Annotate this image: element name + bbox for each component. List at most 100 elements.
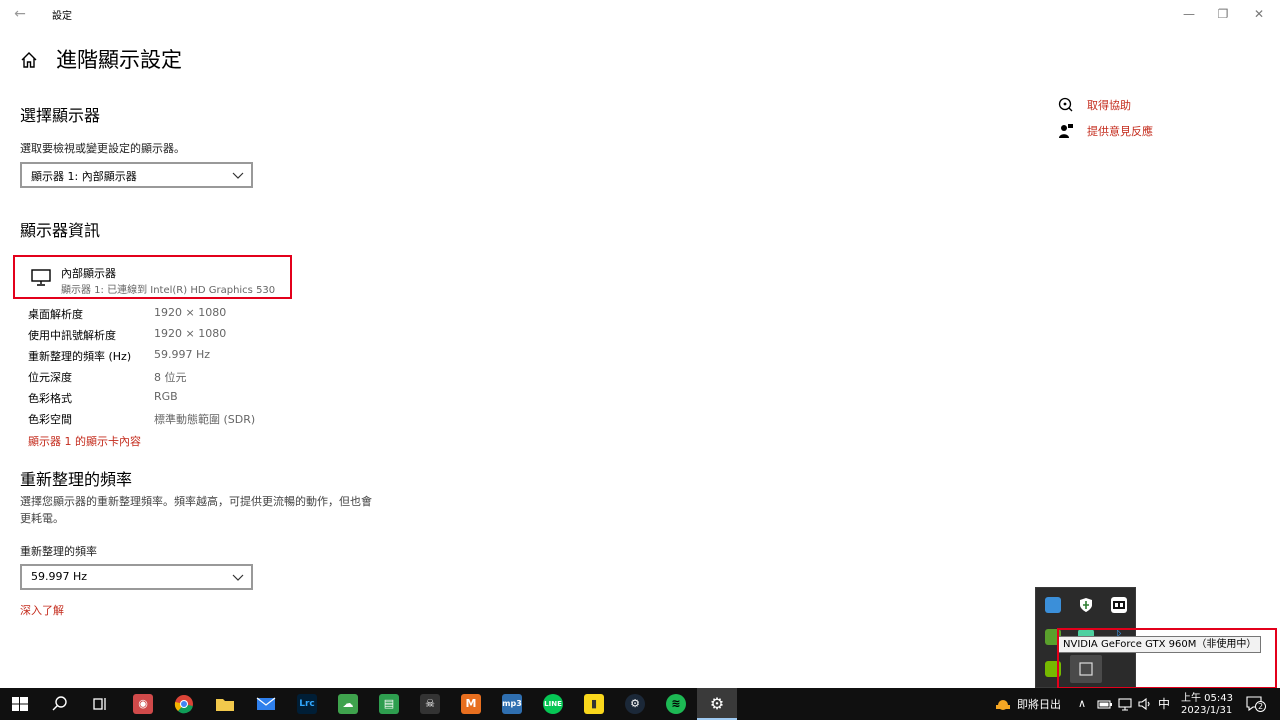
- chevron-down-icon: [231, 569, 245, 583]
- task-view-icon: [90, 694, 110, 714]
- info-value: 1920 × 1080: [154, 306, 227, 319]
- info-row: 使用中訊號解析度 1920 × 1080: [28, 327, 328, 345]
- battery-icon[interactable]: [1097, 696, 1113, 712]
- info-value: 8 位元: [154, 371, 187, 384]
- display-dropdown[interactable]: 顯示器 1: 內部顯示器: [20, 162, 253, 188]
- taskbar-app-mail[interactable]: [246, 688, 286, 720]
- select-display-description: 選取要檢視或變更設定的顯示器。: [20, 142, 185, 155]
- notification-badge: 2: [1255, 701, 1266, 712]
- display-info-heading: 顯示器資訊: [20, 221, 101, 240]
- taskbar-app-settings[interactable]: ⚙: [697, 688, 737, 720]
- defender-shield-icon[interactable]: [1078, 597, 1094, 613]
- taskbar-app-mp3[interactable]: mp3: [492, 688, 532, 720]
- network-app-icon[interactable]: [1045, 597, 1061, 613]
- feedback-label: 提供意見反應: [1087, 125, 1153, 138]
- refresh-rate-value: 59.997 Hz: [31, 570, 88, 583]
- info-label: 色彩格式: [28, 392, 72, 405]
- minimize-button[interactable]: —: [1174, 4, 1204, 24]
- mail-icon: [256, 694, 276, 714]
- refresh-rate-dropdown[interactable]: 59.997 Hz: [20, 564, 253, 590]
- mp3-icon: mp3: [502, 694, 522, 714]
- info-row: 桌面解析度 1920 × 1080: [28, 306, 328, 324]
- get-help-link[interactable]: 取得協助: [1058, 95, 1208, 115]
- info-label: 重新整理的頻率 (Hz): [28, 350, 132, 363]
- taskbar-app-pirate-game[interactable]: ☠: [410, 688, 450, 720]
- close-button[interactable]: ✕: [1244, 4, 1274, 24]
- search-button[interactable]: [40, 688, 80, 720]
- taskbar-app-line[interactable]: LINE: [533, 688, 573, 720]
- info-label: 使用中訊號解析度: [28, 329, 116, 342]
- cloud-app-icon: ☁: [338, 694, 358, 714]
- learn-more-link[interactable]: 深入了解: [20, 602, 64, 618]
- title-bar: ← 設定 — ❐ ✕: [0, 0, 1280, 30]
- spotify-icon: ≋: [666, 694, 686, 714]
- refresh-rate-label: 重新整理的頻率: [20, 545, 97, 558]
- taskbar-app-game[interactable]: ◉: [123, 688, 163, 720]
- info-value: 標準動態範圍 (SDR): [154, 413, 256, 426]
- refresh-rate-heading: 重新整理的頻率: [20, 470, 133, 489]
- task-view-button[interactable]: [80, 688, 120, 720]
- taskbar-app-steam[interactable]: ⚙: [615, 688, 655, 720]
- taskbar: ◉ Lrc ☁ ▤ ☠ M mp3 LINE ▮ ⚙ ≋ ⚙ 即將日出 ∧ 中 …: [0, 688, 1280, 720]
- info-label: 桌面解析度: [28, 308, 83, 321]
- taskbar-app-mega[interactable]: M: [451, 688, 491, 720]
- ime-indicator[interactable]: 中: [1158, 696, 1170, 712]
- chrome-icon: [174, 694, 194, 714]
- taskbar-app-notes[interactable]: ▤: [369, 688, 409, 720]
- monitor-connection: 顯示器 1: 已連線到 Intel(R) HD Graphics 530: [61, 285, 276, 296]
- chat-help-icon: [1058, 97, 1074, 113]
- mega-icon: M: [461, 694, 481, 714]
- folder-icon: [215, 694, 235, 714]
- feedback-person-icon: [1058, 123, 1074, 139]
- media-app-icon[interactable]: [1111, 597, 1127, 613]
- info-row: 重新整理的頻率 (Hz) 59.997 Hz: [28, 348, 328, 366]
- refresh-rate-description: 選擇您顯示器的重新整理頻率。頻率越高，可提供更流暢的動作，但也會: [20, 495, 372, 508]
- info-label: 位元深度: [28, 371, 72, 384]
- sticky-notes-icon: ▮: [584, 694, 604, 714]
- settings-gear-icon: ⚙: [709, 694, 725, 713]
- clock-date[interactable]: 2023/1/31: [1181, 705, 1232, 716]
- taskbar-app-chrome[interactable]: [164, 688, 204, 720]
- taskbar-app-cloud[interactable]: ☁: [328, 688, 368, 720]
- info-row: 位元深度 8 位元: [28, 369, 328, 387]
- adapter-properties-link[interactable]: 顯示器 1 的顯示卡內容: [28, 433, 141, 449]
- chevron-up-icon[interactable]: ∧: [1078, 696, 1086, 712]
- start-button[interactable]: [0, 688, 40, 720]
- lightroom-icon: Lrc: [297, 694, 317, 714]
- back-button[interactable]: ←: [8, 4, 32, 24]
- info-value: 59.997 Hz: [154, 348, 211, 361]
- info-value: 1920 × 1080: [154, 327, 227, 340]
- weather-label[interactable]: 即將日出: [1017, 696, 1061, 712]
- clock-time[interactable]: 上午 05:43: [1181, 689, 1233, 704]
- volume-icon[interactable]: [1137, 696, 1153, 712]
- weather-icon[interactable]: [994, 695, 1012, 711]
- steam-icon: ⚙: [625, 694, 645, 714]
- feedback-link[interactable]: 提供意見反應: [1058, 121, 1208, 141]
- monitor-name: 內部顯示器: [61, 267, 116, 280]
- taskbar-app-file-explorer[interactable]: [205, 688, 245, 720]
- select-display-heading: 選擇顯示器: [20, 106, 101, 125]
- taskbar-app-lightroom[interactable]: Lrc: [287, 688, 327, 720]
- taskbar-app-spotify[interactable]: ≋: [656, 688, 696, 720]
- pirate-game-icon: ☠: [420, 694, 440, 714]
- monitor-card: 內部顯示器 顯示器 1: 已連線到 Intel(R) HD Graphics 5…: [13, 255, 292, 299]
- taskbar-app-sticky-notes[interactable]: ▮: [574, 688, 614, 720]
- monitor-icon: [31, 269, 51, 287]
- game-icon: ◉: [133, 694, 153, 714]
- window-title: 設定: [52, 11, 72, 22]
- home-icon[interactable]: [19, 50, 39, 70]
- highlight-box: [1057, 628, 1277, 689]
- network-icon[interactable]: [1117, 696, 1133, 712]
- info-row: 色彩格式 RGB: [28, 390, 328, 408]
- get-help-label: 取得協助: [1087, 99, 1131, 112]
- chevron-down-icon: [231, 167, 245, 181]
- refresh-rate-description-2: 更耗電。: [20, 512, 64, 525]
- line-icon: LINE: [543, 694, 563, 714]
- info-row: 色彩空間 標準動態範圍 (SDR): [28, 411, 328, 429]
- maximize-button[interactable]: ❐: [1208, 4, 1238, 24]
- notes-app-icon: ▤: [379, 694, 399, 714]
- display-dropdown-value: 顯示器 1: 內部顯示器: [31, 170, 137, 183]
- info-value: RGB: [154, 390, 178, 403]
- windows-logo-icon: [10, 694, 30, 714]
- search-icon: [50, 694, 70, 714]
